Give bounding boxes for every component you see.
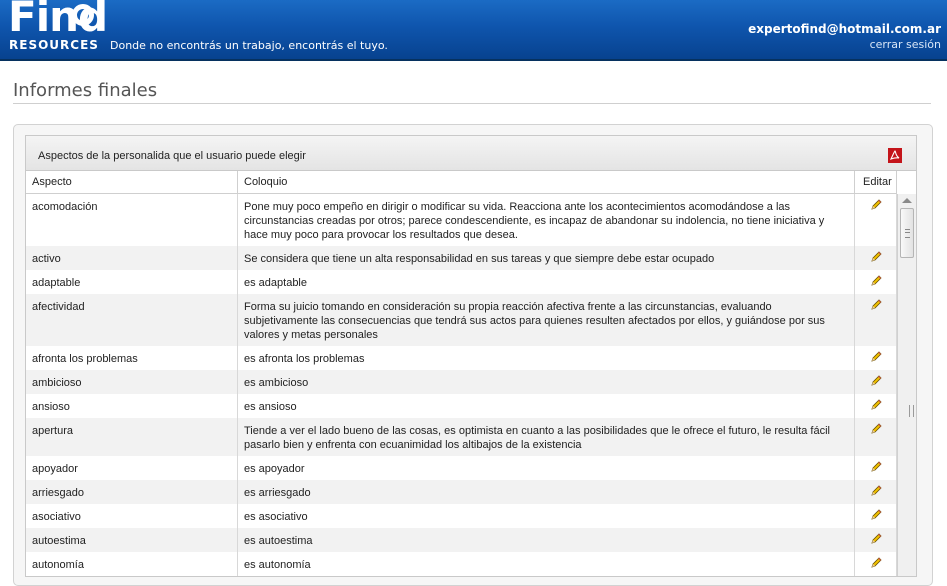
edit-cell [855,294,897,346]
scrollbar-thumb[interactable] [900,208,914,258]
edit-cell [855,246,897,270]
tagline: Donde no encontrás un trabajo, encontrás… [110,39,388,52]
logo-resources-text: RESOURCES [9,38,99,52]
cell-coloquio: Se considera que tiene un alta responsab… [238,246,855,270]
cell-coloquio: es ambicioso [238,370,855,394]
cell-aspecto: asociativo [26,504,238,528]
table-row[interactable]: arriesgado es arriesgado [26,480,897,504]
cell-aspecto: acomodación [26,194,238,246]
grid-caption-text: Aspectos de la personalida que el usuari… [38,150,306,162]
edit-cell [855,552,897,576]
cell-coloquio: Forma su juicio tomando en consideración… [238,294,855,346]
column-header-coloquio[interactable]: Coloquio [238,171,855,193]
app-header: Find RESOURCES Donde no encontrás un tra… [0,0,947,61]
table-row[interactable]: ambicioso es ambicioso [26,370,897,394]
column-header-editar: Editar [855,171,897,193]
pdf-export-icon[interactable] [888,148,902,163]
pencil-icon[interactable] [870,299,882,311]
pencil-icon[interactable] [870,485,882,497]
scroll-up-arrow-icon[interactable] [902,198,912,203]
column-header-aspecto[interactable]: Aspecto [26,171,238,193]
pencil-icon[interactable] [870,275,882,287]
table-row[interactable]: afectividad Forma su juicio tomando en c… [26,294,897,346]
table-row[interactable]: apoyador es apoyador [26,456,897,480]
pencil-icon[interactable] [870,533,882,545]
pencil-icon[interactable] [870,375,882,387]
edit-cell [855,528,897,552]
table-row[interactable]: activo Se considera que tiene un alta re… [26,246,897,270]
cell-aspecto: afectividad [26,294,238,346]
cell-coloquio: Tiende a ver el lado bueno de las cosas,… [238,418,855,456]
cell-coloquio: es adaptable [238,270,855,294]
table-row[interactable]: acomodación Pone muy poco empeño en diri… [26,194,897,246]
pencil-icon[interactable] [870,557,882,569]
vertical-scrollbar[interactable] [897,194,916,576]
edit-cell [855,270,897,294]
cell-coloquio: Pone muy poco empeño en dirigir o modifi… [238,194,855,246]
table-row[interactable]: asociativo es asociativo [26,504,897,528]
cell-aspecto: autonomía [26,552,238,576]
cell-aspecto: ambicioso [26,370,238,394]
cell-aspecto: adaptable [26,270,238,294]
edit-cell [855,394,897,418]
page-title: Informes finales [13,80,158,101]
table-row[interactable]: afronta los problemas es afronta los pro… [26,346,897,370]
table-row[interactable]: ansioso es ansioso [26,394,897,418]
pencil-icon[interactable] [870,461,882,473]
cell-aspecto: apertura [26,418,238,456]
edit-cell [855,456,897,480]
cell-aspecto: afronta los problemas [26,346,238,370]
table-row[interactable]: apertura Tiende a ver el lado bueno de l… [26,418,897,456]
title-divider [13,103,931,104]
pencil-icon[interactable] [870,199,882,211]
edit-cell [855,480,897,504]
edit-cell [855,504,897,528]
pencil-icon[interactable] [870,423,882,435]
cell-coloquio: es ansioso [238,394,855,418]
cell-coloquio: es afronta los problemas [238,346,855,370]
cell-coloquio: es arriesgado [238,480,855,504]
pencil-icon[interactable] [870,251,882,263]
edit-cell [855,346,897,370]
edit-cell [855,194,897,246]
pencil-icon[interactable] [870,509,882,521]
table-row[interactable]: autoestima es autoestima [26,528,897,552]
cell-coloquio: es asociativo [238,504,855,528]
grid-body: acomodación Pone muy poco empeño en diri… [26,194,897,576]
cell-coloquio: es autoestima [238,528,855,552]
edit-cell [855,370,897,394]
cell-coloquio: es apoyador [238,456,855,480]
cell-coloquio: es autonomía [238,552,855,576]
grid-caption: Aspectos de la personalida que el usuari… [26,136,916,171]
grip-icon [905,229,910,238]
edit-cell [855,418,897,456]
resize-grip-icon[interactable] [909,405,914,417]
cell-aspecto: activo [26,246,238,270]
cell-aspecto: arriesgado [26,480,238,504]
logo-dot-icon [81,13,87,19]
table-row[interactable]: adaptable es adaptable [26,270,897,294]
table-row[interactable]: autonomía es autonomía [26,552,897,576]
pencil-icon[interactable] [870,351,882,363]
pencil-icon[interactable] [870,399,882,411]
cell-aspecto: ansioso [26,394,238,418]
logout-link[interactable]: cerrar sesión [870,38,941,51]
cell-aspecto: apoyador [26,456,238,480]
grid-header-row: Aspecto Coloquio Editar [26,171,897,194]
aspects-grid: Aspectos de la personalida que el usuari… [25,135,917,577]
cell-aspecto: autoestima [26,528,238,552]
user-email: expertofind@hotmail.com.ar [748,22,941,36]
